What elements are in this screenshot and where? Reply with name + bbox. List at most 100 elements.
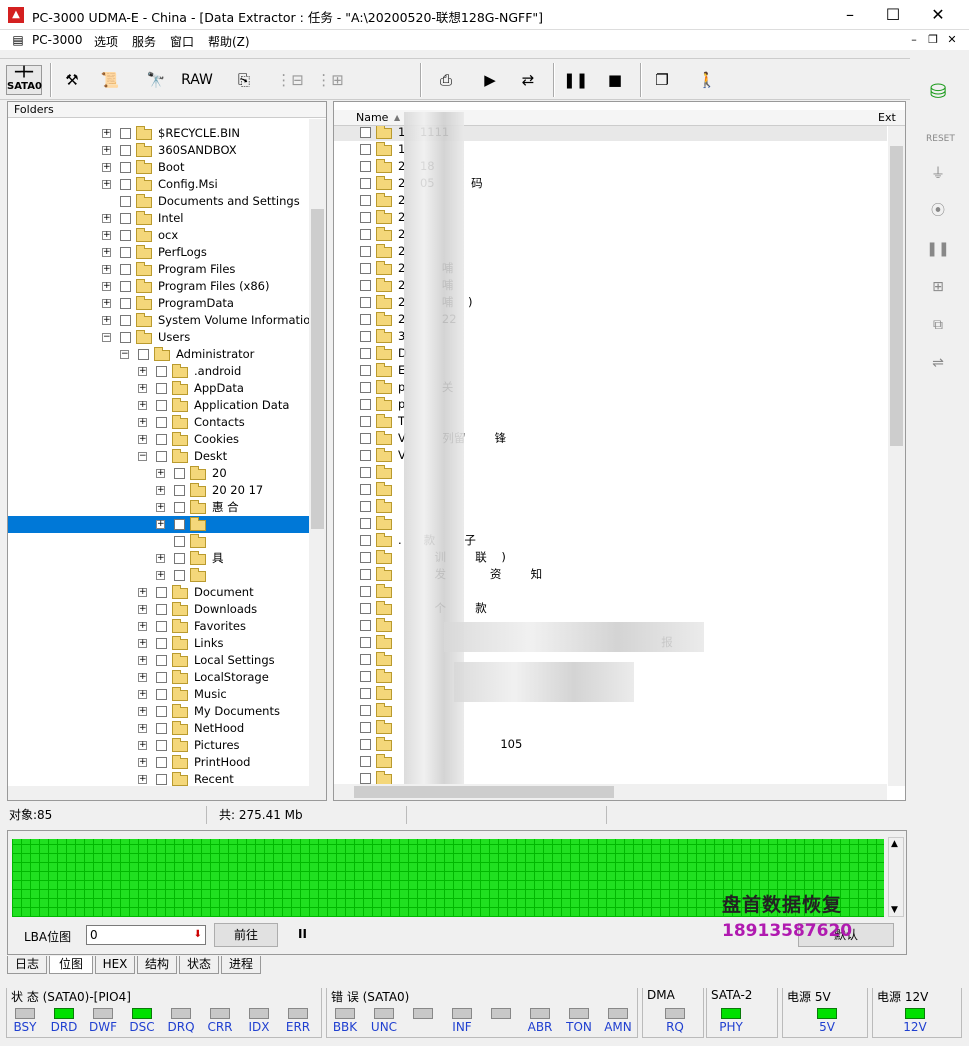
tree-row[interactable]: + Downloads <box>8 601 310 618</box>
tools-icon[interactable]: ⚒ <box>58 65 86 95</box>
file-checkbox[interactable] <box>360 586 371 597</box>
expand-icon[interactable]: + <box>102 146 111 155</box>
tree-row[interactable]: + System Volume Information <box>8 312 310 329</box>
tree-checkbox[interactable] <box>156 451 167 462</box>
tree-row[interactable]: + Document <box>8 584 310 601</box>
file-checkbox[interactable] <box>360 705 371 716</box>
tree-row[interactable]: + Local Settings <box>8 652 310 669</box>
file-checkbox[interactable] <box>360 348 371 359</box>
open-icon[interactable]: ⎘ <box>230 65 258 95</box>
file-checkbox[interactable] <box>360 331 371 342</box>
file-checkbox[interactable] <box>360 569 371 580</box>
expand-icon[interactable]: + <box>138 588 147 597</box>
file-checkbox[interactable] <box>360 246 371 257</box>
tree-row[interactable]: +20 20 17 <box>8 482 310 499</box>
file-checkbox[interactable] <box>360 212 371 223</box>
file-checkbox[interactable] <box>360 535 371 546</box>
tree-row[interactable]: + Config.Msi <box>8 176 310 193</box>
file-checkbox[interactable] <box>360 518 371 529</box>
tab-status[interactable]: 状态 <box>179 956 219 974</box>
mdi-close-button[interactable]: ✕ <box>944 33 960 47</box>
tree-checkbox[interactable] <box>156 366 167 377</box>
scrollbar-thumb[interactable] <box>890 146 903 446</box>
tree-checkbox[interactable] <box>120 332 131 343</box>
tree-checkbox[interactable] <box>156 400 167 411</box>
tree-checkbox[interactable] <box>120 247 131 258</box>
tree-checkbox[interactable] <box>174 553 185 564</box>
menu-options[interactable]: 选项 <box>94 33 118 50</box>
tree-checkbox[interactable] <box>138 349 149 360</box>
tree-row[interactable]: Documents and Settings <box>8 193 310 210</box>
column-ext[interactable]: Ext <box>878 110 896 126</box>
file-checkbox[interactable] <box>360 484 371 495</box>
tree-checkbox[interactable] <box>156 757 167 768</box>
file-checkbox[interactable] <box>360 671 371 682</box>
file-checkbox[interactable] <box>360 773 371 784</box>
tree-checkbox[interactable] <box>156 723 167 734</box>
scroll-icon[interactable]: 📜 <box>96 65 124 95</box>
tree-row[interactable]: + <box>8 516 310 533</box>
tree-checkbox[interactable] <box>120 179 131 190</box>
tree-checkbox[interactable] <box>120 213 131 224</box>
expand-icon[interactable]: + <box>156 503 165 512</box>
files-horizontal-scrollbar[interactable] <box>334 784 887 800</box>
expand-icon[interactable]: + <box>138 690 147 699</box>
tree-checkbox[interactable] <box>156 655 167 666</box>
tab-structure[interactable]: 结构 <box>137 956 177 974</box>
tree-row[interactable]: + Recent <box>8 771 310 787</box>
tree-checkbox[interactable] <box>156 417 167 428</box>
folder-tree[interactable]: + $RECYCLE.BIN +360SANDBOX + Boot + Config.Msi… <box>8 119 310 787</box>
tree-row[interactable]: − Users <box>8 329 310 346</box>
copy-icon[interactable]: ⧉ <box>926 314 950 336</box>
tree-row[interactable]: + .android <box>8 363 310 380</box>
file-checkbox[interactable] <box>360 229 371 240</box>
map-scrollbar[interactable]: ▲ ▼ <box>888 837 904 917</box>
file-checkbox[interactable] <box>360 263 371 274</box>
expand-icon[interactable]: + <box>102 299 111 308</box>
tree-checkbox[interactable] <box>156 587 167 598</box>
tree-row[interactable]: +360SANDBOX <box>8 142 310 159</box>
tree-row[interactable]: + PrintHood <box>8 754 310 771</box>
file-checkbox[interactable] <box>360 756 371 767</box>
scroll-up-icon[interactable]: ▲ <box>891 839 898 849</box>
tree-row[interactable]: + Intel <box>8 210 310 227</box>
expand-icon[interactable]: + <box>102 214 111 223</box>
mdi-restore-button[interactable]: ❐ <box>925 33 941 47</box>
tree-export-icon[interactable]: ⋮⊞ <box>312 65 348 95</box>
folders-vertical-scrollbar[interactable] <box>309 119 326 787</box>
tree-checkbox[interactable] <box>120 264 131 275</box>
tree-row[interactable]: + ocx <box>8 227 310 244</box>
file-checkbox[interactable] <box>360 637 371 648</box>
expand-icon[interactable]: + <box>102 248 111 257</box>
tree-checkbox[interactable] <box>120 145 131 156</box>
export-icon[interactable]: ⎙ <box>432 65 460 95</box>
expand-icon[interactable]: + <box>156 571 165 580</box>
chip-icon[interactable]: ⊞ <box>926 276 950 298</box>
play-icon[interactable]: ▶ <box>478 65 502 95</box>
expand-icon[interactable]: + <box>102 231 111 240</box>
tree-checkbox[interactable] <box>156 706 167 717</box>
tree-row[interactable]: + <box>8 567 310 584</box>
switch-icon[interactable]: ⏚ <box>926 163 950 185</box>
tree-checkbox[interactable] <box>120 162 131 173</box>
raw-button[interactable]: RAW <box>178 65 216 95</box>
file-checkbox[interactable] <box>360 382 371 393</box>
expand-icon[interactable]: + <box>138 622 147 631</box>
tree-checkbox[interactable] <box>156 638 167 649</box>
file-checkbox[interactable] <box>360 688 371 699</box>
expand-icon[interactable]: + <box>156 554 165 563</box>
tree-row[interactable]: + 惠 合 <box>8 499 310 516</box>
tree-checkbox[interactable] <box>174 468 185 479</box>
tree-checkbox[interactable] <box>174 502 185 513</box>
expand-icon[interactable]: + <box>138 673 147 682</box>
tree-checkbox[interactable] <box>120 196 131 207</box>
tree-row[interactable]: + NetHood <box>8 720 310 737</box>
tree-checkbox[interactable] <box>156 774 167 785</box>
collapse-icon[interactable]: − <box>102 333 111 342</box>
file-checkbox[interactable] <box>360 314 371 325</box>
expand-icon[interactable]: + <box>138 418 147 427</box>
tree-row[interactable]: + Music <box>8 686 310 703</box>
collapse-icon[interactable]: − <box>138 452 147 461</box>
expand-icon[interactable]: + <box>138 707 147 716</box>
file-checkbox[interactable] <box>360 178 371 189</box>
